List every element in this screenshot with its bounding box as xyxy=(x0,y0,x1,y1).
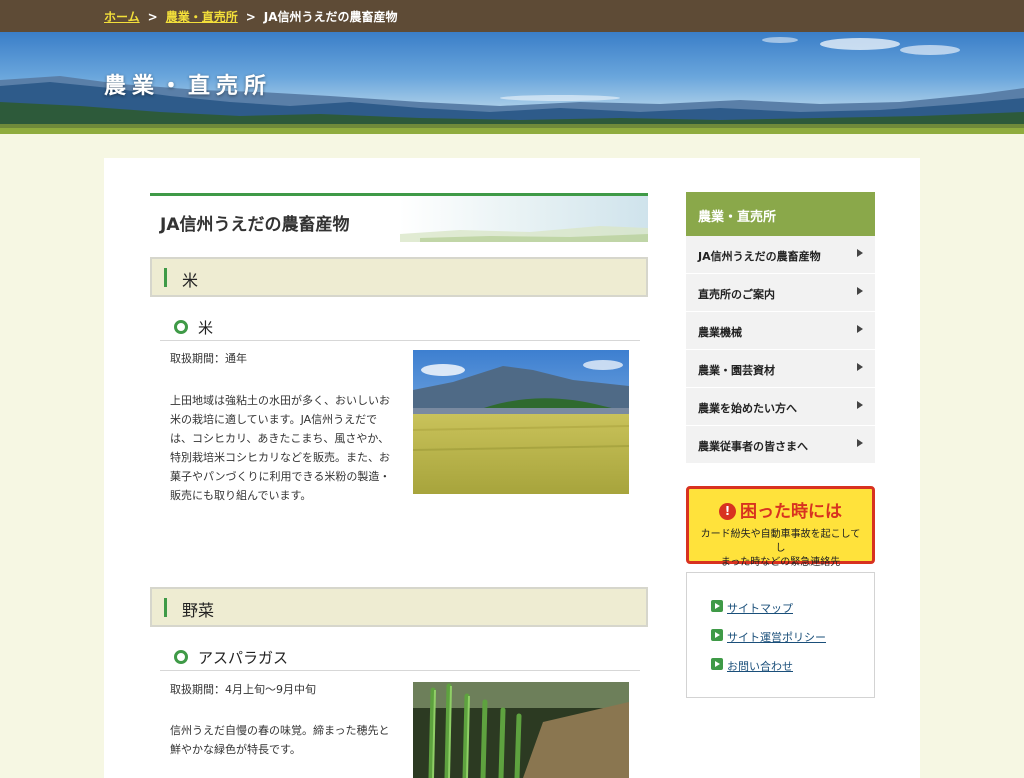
sidebar-item-direct-stores[interactable]: 直売所のご案内 xyxy=(686,274,875,312)
breadcrumb-bar: ホーム > 農業・直売所 > JA信州うえだの農畜産物 xyxy=(0,0,1024,32)
triangle-right-icon xyxy=(857,401,863,409)
link-label: お問い合わせ xyxy=(727,660,793,673)
category-heading-vegetables: 野菜 xyxy=(150,587,648,627)
category-accent-bar xyxy=(164,268,167,287)
exclamation-icon: ! xyxy=(719,503,736,520)
hero-title: 農業・直売所 xyxy=(104,74,273,99)
hero-banner: 農業・直売所 xyxy=(0,32,1024,132)
sidebar-item-label: 農業・園芸資材 xyxy=(698,364,775,377)
item-title: 米 xyxy=(198,319,214,337)
main-content: JA信州うえだの農畜産物 米 米 取扱期間：通年 上田地域は強粘土の水田が多く、… xyxy=(150,193,648,778)
sidebar-item-machinery[interactable]: 農業機械 xyxy=(686,312,875,350)
sidebar-item-label: 農業を始めたい方へ xyxy=(698,402,797,415)
breadcrumb-link-agriculture[interactable]: 農業・直売所 xyxy=(166,10,238,24)
item-period: 取扱期間：通年 xyxy=(170,352,247,365)
sidebar-nav: 農業・直売所 JA信州うえだの農畜産物 直売所のご案内 農業機械 農業・園芸資材… xyxy=(686,192,875,464)
item-heading-asparagus: アスパラガス xyxy=(160,645,640,671)
sidebar-item-label: 農業従事者の皆さまへ xyxy=(698,440,808,453)
sidebar-item-label: JA信州うえだの農畜産物 xyxy=(698,250,821,263)
category-title: 野菜 xyxy=(182,601,215,620)
arrow-right-icon xyxy=(711,658,723,670)
description-line: 上田地域は強粘土の水田が多く、おいしいお xyxy=(170,394,390,407)
arrow-right-icon xyxy=(711,629,723,641)
page-heading: JA信州うえだの農畜産物 xyxy=(150,193,648,242)
link-sitemap[interactable]: サイトマップ xyxy=(711,600,793,616)
triangle-right-icon xyxy=(857,287,863,295)
sidebar-item-farmers[interactable]: 農業従事者の皆さまへ xyxy=(686,426,875,464)
description-line: 米の栽培に適しています。JA信州うえだで xyxy=(170,413,378,426)
hero-divider xyxy=(0,128,1024,134)
link-site-policy[interactable]: サイト運営ポリシー xyxy=(711,629,826,645)
description-line: 鮮やかな緑色が特長です。 xyxy=(170,743,301,756)
circle-bullet-icon xyxy=(174,650,188,664)
sidebar-item-start-farming[interactable]: 農業を始めたい方へ xyxy=(686,388,875,426)
item-description: 信州うえだ自慢の春の味覚。締まった穂先と 鮮やかな緑色が特長です。 xyxy=(170,721,395,759)
breadcrumb-separator: > xyxy=(147,10,158,24)
sidebar-item-label: 直売所のご案内 xyxy=(698,288,775,301)
emergency-description-line: まった時などの緊急連絡先 xyxy=(720,557,841,568)
description-line: は、コシヒカリ、あきたこまち、風さやか、 xyxy=(170,432,390,445)
item-title: アスパラガス xyxy=(198,649,289,667)
triangle-right-icon xyxy=(857,363,863,371)
description-line: 特別栽培米コシヒカリなどを販売。また、お xyxy=(170,451,390,464)
emergency-description: カード紛失や自動車事故を起こしてし まった時などの緊急連絡先 xyxy=(689,528,872,570)
emergency-title: ! 困った時には xyxy=(689,497,872,522)
emergency-banner[interactable]: ! 困った時には カード紛失や自動車事故を起こしてし まった時などの緊急連絡先 xyxy=(686,486,875,568)
triangle-right-icon xyxy=(857,249,863,257)
category-accent-bar xyxy=(164,598,167,617)
utility-links: サイトマップ サイト運営ポリシー お問い合わせ xyxy=(686,572,875,698)
asparagus-photo xyxy=(413,682,629,778)
breadcrumb-link-home[interactable]: ホーム xyxy=(104,10,140,24)
triangle-right-icon xyxy=(857,439,863,447)
category-heading-rice: 米 xyxy=(150,257,648,297)
description-line: 信州うえだ自慢の春の味覚。締まった穂先と xyxy=(170,724,390,737)
category-title: 米 xyxy=(182,271,199,290)
page-title: JA信州うえだの農畜産物 xyxy=(160,215,350,235)
item-description: 上田地域は強粘土の水田が多く、おいしいお 米の栽培に適しています。JA信州うえだ… xyxy=(170,391,395,505)
arrow-right-icon xyxy=(711,600,723,612)
item-period: 取扱期間：4月上旬〜9月中旬 xyxy=(170,683,316,696)
emergency-description-line: カード紛失や自動車事故を起こしてし xyxy=(700,529,861,554)
field-decoration-image xyxy=(400,226,648,242)
breadcrumb-separator: > xyxy=(245,10,256,24)
item-heading-rice: 米 xyxy=(160,315,640,341)
link-contact[interactable]: お問い合わせ xyxy=(711,658,793,674)
link-label: サイトマップ xyxy=(727,602,793,615)
sidebar-item-label: 農業機械 xyxy=(698,326,742,339)
breadcrumb: ホーム > 農業・直売所 > JA信州うえだの農畜産物 xyxy=(104,8,398,25)
sidebar-item-materials[interactable]: 農業・園芸資材 xyxy=(686,350,875,388)
triangle-right-icon xyxy=(857,325,863,333)
circle-bullet-icon xyxy=(174,320,188,334)
description-line: 販売にも取り組んでいます。 xyxy=(170,489,312,502)
sidebar-title[interactable]: 農業・直売所 xyxy=(686,192,875,236)
emergency-title-text: 困った時には xyxy=(740,502,842,522)
breadcrumb-current: JA信州うえだの農畜産物 xyxy=(263,10,398,24)
link-label: サイト運営ポリシー xyxy=(727,631,826,644)
sidebar-item-products[interactable]: JA信州うえだの農畜産物 xyxy=(686,236,875,274)
description-line: 菓子やパンづくりに利用できる米粉の製造・ xyxy=(170,470,391,483)
rice-field-photo xyxy=(413,350,629,494)
